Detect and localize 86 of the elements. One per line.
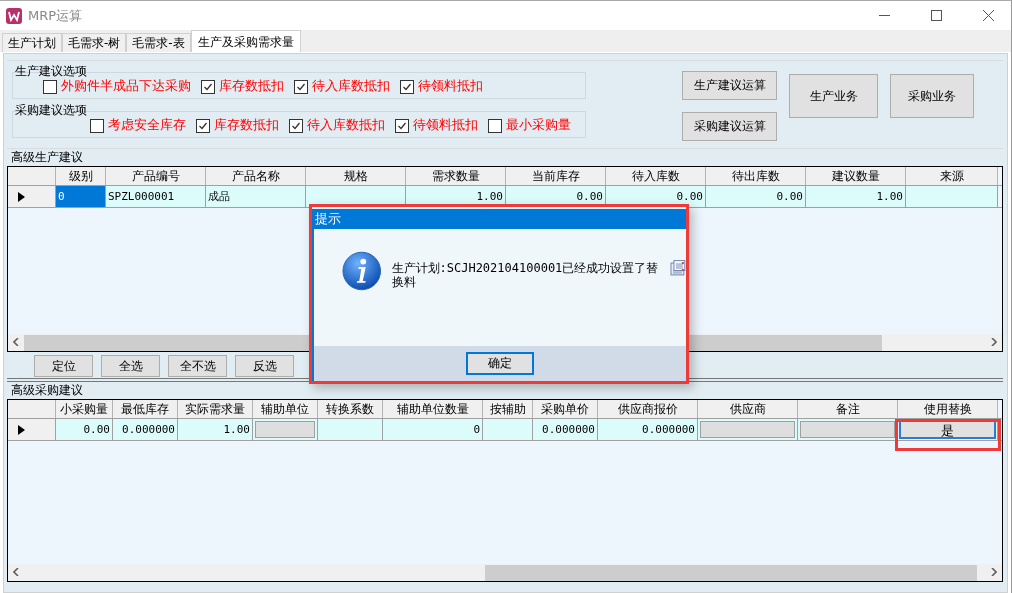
- scroll-right-icon[interactable]: [991, 568, 997, 576]
- table-cell: 0: [56, 186, 106, 207]
- checkbox[interactable]: [196, 118, 210, 133]
- column-header: 产品名称: [206, 167, 306, 185]
- tab[interactable]: 毛需求-表: [126, 33, 191, 52]
- corner-header: [8, 400, 56, 418]
- table-cell: 0.000000: [598, 419, 698, 440]
- tab[interactable]: 生产计划: [2, 33, 62, 52]
- window-title: MRP运算: [28, 6, 83, 25]
- grid-button[interactable]: 全选: [101, 355, 160, 377]
- info-icon: [342, 251, 382, 291]
- column-header: 待出库数: [706, 167, 806, 185]
- column-header: 小采购量: [56, 400, 113, 418]
- checkbox[interactable]: [289, 118, 303, 133]
- table-cell: SPZL000001: [106, 186, 206, 207]
- dropdown-cell[interactable]: [800, 421, 895, 438]
- table-cell: 0.000000: [113, 419, 178, 440]
- dropdown-cell[interactable]: [700, 421, 795, 438]
- column-header: 备注: [798, 400, 898, 418]
- scroll-left-icon[interactable]: [13, 338, 19, 346]
- column-header: 供应商: [698, 400, 798, 418]
- column-header: 级别: [56, 167, 106, 185]
- scroll-right-icon[interactable]: [991, 338, 997, 346]
- action-button[interactable]: 采购建议运算: [682, 112, 777, 141]
- table-cell: 0.00: [706, 186, 806, 207]
- scroll-left-icon[interactable]: [13, 568, 19, 576]
- column-header: 待入库数: [606, 167, 706, 185]
- horizontal-scrollbar[interactable]: [8, 564, 1002, 581]
- section-label: 高级采购建议: [10, 383, 83, 397]
- action-button[interactable]: 生产业务: [789, 74, 878, 118]
- checkbox[interactable]: [400, 79, 414, 94]
- checkbox[interactable]: [395, 118, 409, 133]
- grid-button[interactable]: 定位: [34, 355, 93, 377]
- scrollbar-thumb[interactable]: [485, 565, 977, 581]
- grid-button[interactable]: 反选: [235, 355, 294, 377]
- column-header: 需求数量: [406, 167, 506, 185]
- table-cell: 0.000000: [533, 419, 598, 440]
- section-label: 高级生产建议: [10, 150, 83, 164]
- checkbox[interactable]: [294, 79, 308, 94]
- row-header[interactable]: [8, 186, 56, 207]
- dialog-title: 提示: [312, 209, 686, 229]
- column-header: 转换系数: [318, 400, 383, 418]
- column-header: 来源: [906, 167, 998, 185]
- column-header: 建议数量: [806, 167, 906, 185]
- column-header: 产品编号: [106, 167, 206, 185]
- column-header: 最低库存: [113, 400, 178, 418]
- check-icon: [296, 81, 306, 92]
- action-button[interactable]: 生产建议运算: [682, 71, 777, 100]
- dropdown-cell[interactable]: [255, 421, 315, 438]
- table-cell: 1.00: [178, 419, 253, 440]
- table-cell: 0: [383, 419, 483, 440]
- column-header: 供应商报价: [598, 400, 698, 418]
- checkbox[interactable]: [488, 118, 502, 133]
- tab[interactable]: 生产及采购需求量: [190, 30, 301, 52]
- table-cell: 成品: [206, 186, 306, 207]
- close-icon[interactable]: [982, 10, 994, 21]
- column-header: 实际需求量: [178, 400, 253, 418]
- group-label: 生产建议选项: [14, 64, 87, 78]
- table-cell: 1.00: [806, 186, 906, 207]
- table-cell: 0.00: [56, 419, 113, 440]
- column-header: 采购单价: [533, 400, 598, 418]
- tab[interactable]: 毛需求-树: [62, 33, 127, 52]
- checkbox[interactable]: [90, 118, 104, 133]
- action-button[interactable]: 采购业务: [890, 74, 974, 118]
- copy-icon[interactable]: [670, 260, 686, 276]
- check-icon: [402, 81, 412, 92]
- column-header: 辅助单位数量: [383, 400, 483, 418]
- checkbox[interactable]: [43, 79, 57, 94]
- column-header: 使用替换: [898, 400, 998, 418]
- column-header: 规格: [306, 167, 406, 185]
- ok-button[interactable]: 确定: [466, 352, 534, 375]
- column-header: 按辅助: [483, 400, 533, 418]
- app-logo-icon: [6, 7, 22, 24]
- column-header: 辅助单位: [253, 400, 318, 418]
- corner-header: [8, 167, 56, 185]
- maximize-icon[interactable]: [930, 10, 942, 21]
- row-header[interactable]: [8, 419, 56, 440]
- dialog-message: 生产计划:SCJH202104100001已经成功设置了替换料: [391, 261, 660, 289]
- checkbox[interactable]: [201, 79, 215, 94]
- grid-button[interactable]: 全不选: [168, 355, 227, 377]
- column-header: 当前库存: [506, 167, 606, 185]
- group-label: 采购建议选项: [14, 103, 87, 117]
- check-icon: [198, 120, 208, 131]
- check-icon: [397, 120, 407, 131]
- check-icon: [203, 81, 213, 92]
- check-icon: [291, 120, 301, 131]
